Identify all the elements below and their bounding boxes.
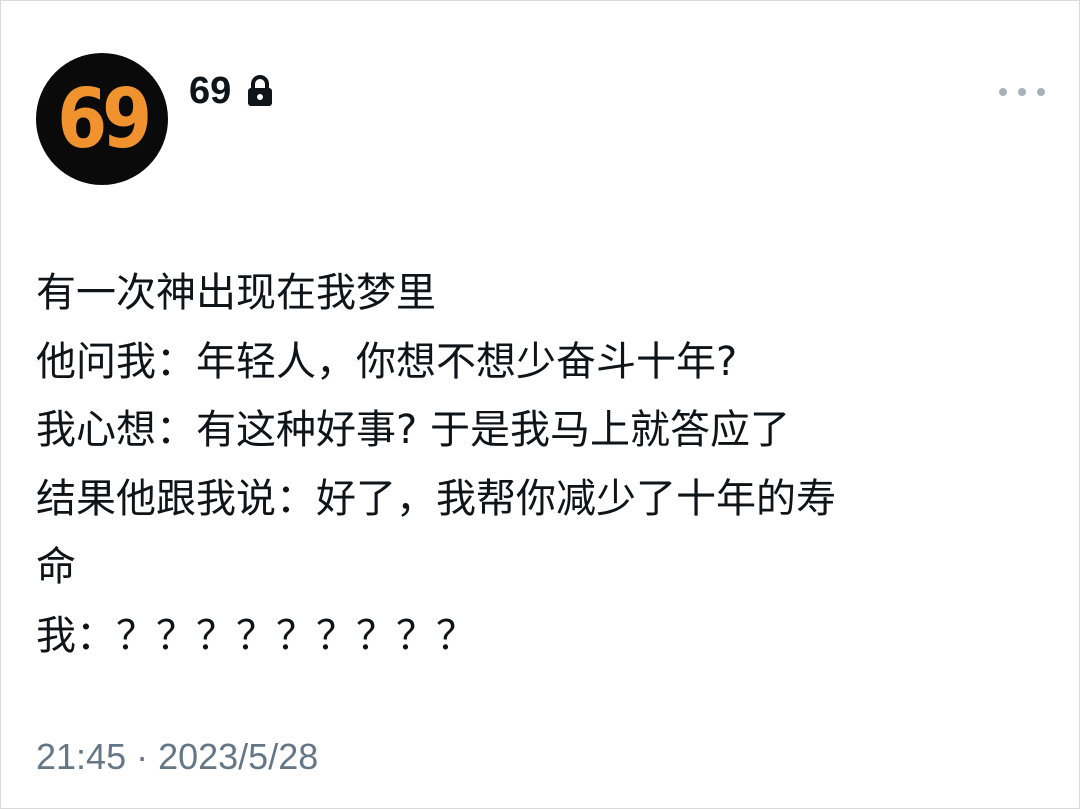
tweet-line: 结果他跟我说：好了，我帮你减少了十年的寿 bbox=[36, 475, 836, 522]
tweet-line: 我心想：有这种好事? 于是我马上就答应了 bbox=[36, 407, 790, 453]
more-dot-icon bbox=[999, 88, 1007, 96]
avatar[interactable]: 69 bbox=[36, 53, 168, 185]
tweet-line: 有一次神出现在我梦里 bbox=[36, 270, 436, 316]
avatar-logo-text: 69 bbox=[57, 72, 152, 167]
tweet-card: 69 69 有一次神出现在我梦里 他问我：年轻人，你想不想少奋斗十年? 我心想：… bbox=[0, 0, 1080, 809]
more-options-button[interactable] bbox=[999, 81, 1045, 103]
more-dot-icon bbox=[1037, 88, 1045, 96]
tweet-text: 有一次神出现在我梦里 他问我：年轻人，你想不想少奋斗十年? 我心想：有这种好事?… bbox=[36, 259, 1046, 670]
more-dot-icon bbox=[1018, 88, 1026, 96]
tweet-line: 他问我：年轻人，你想不想少奋斗十年? bbox=[36, 338, 738, 385]
tweet-timestamp[interactable]: 21:45 · 2023/5/28 bbox=[36, 734, 318, 780]
tweet-line: 我：？？？？？？？？？ bbox=[36, 612, 476, 659]
tweet-line: 命 bbox=[36, 544, 76, 590]
lock-icon bbox=[245, 74, 275, 108]
username[interactable]: 69 bbox=[189, 67, 231, 115]
user-info: 69 bbox=[189, 67, 275, 115]
